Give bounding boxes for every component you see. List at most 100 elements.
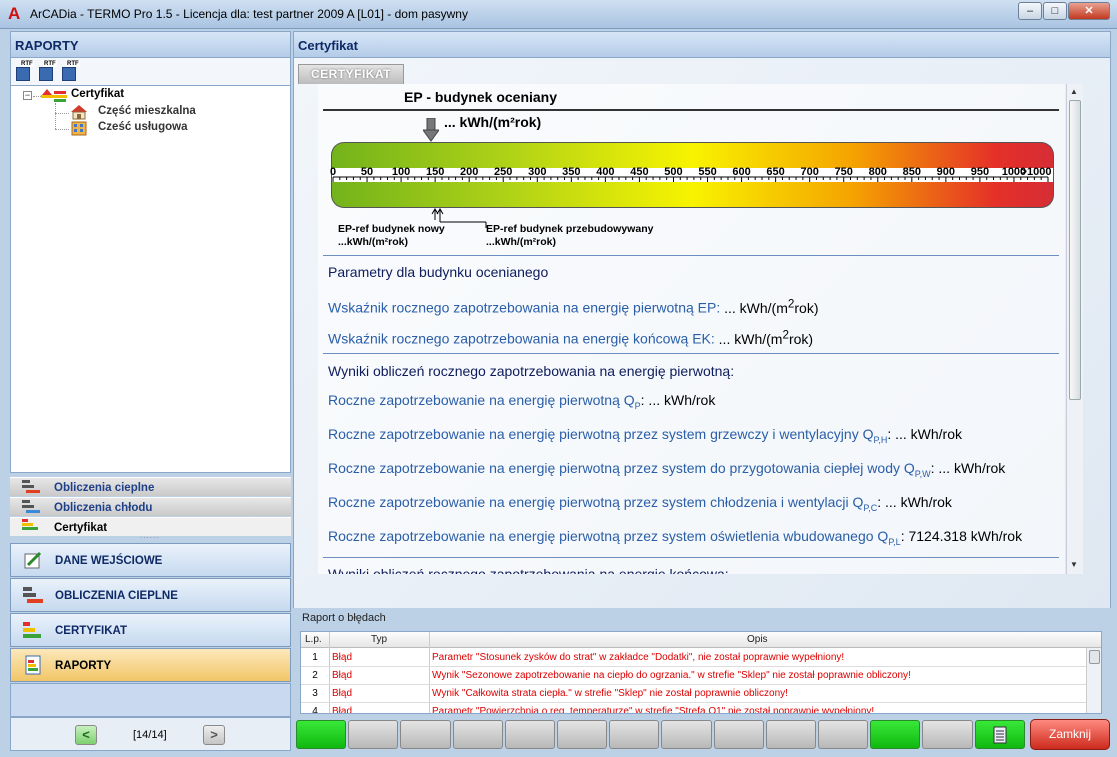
col-typ[interactable]: Typ [371,634,387,645]
tab-obliczenia-chlodu[interactable]: Obliczenia chłodu [10,497,291,516]
rtf-export-icon[interactable]: RTF [13,61,34,83]
ep-ref-rebuilt-value: ...kWh/(m²rok) [486,236,556,248]
results-cut-wrap: Wyniki obliczeń rocznego zapotrzebowania… [318,562,1065,574]
scroll-up-icon[interactable]: ▲ [1070,87,1078,96]
error-table: L.p. Typ Opis 1 Błąd Parametr "Stosunek zy… [300,631,1102,714]
nav-certyfikat[interactable]: CERTYFIKAT [10,613,291,647]
param-value: ... kWh/(m [720,299,788,316]
param-ek: Wskaźnik rocznego zapotrzebowania na ene… [328,328,813,347]
energy-scale-top [331,142,1054,168]
report-toolbar: RTF RTF RTF [10,58,291,85]
arrow-down-icon [423,118,439,142]
param-tail: rok) [788,330,814,347]
table-row[interactable]: 4 Błąd Parametr "Powierzchnia o reg. tempe… [301,703,1086,713]
scroll-down-icon[interactable]: ▼ [1070,560,1078,569]
report-tree: − Certyfikat Część mieszkalna Cześć usłu… [10,85,291,473]
pencil-edit-icon [24,551,42,569]
cooling-calc-icon [22,500,40,513]
scroll-thumb[interactable] [1089,650,1100,664]
ep-ref-new-value: ...kWh/(m²rok) [338,236,408,248]
error-report-title: Raport o błędach [302,612,386,624]
param-value: ... kWh/(m [714,330,783,347]
progress-step[interactable] [400,720,451,749]
col-opis[interactable]: Opis [747,634,768,645]
scale-tick-label: 550 [698,166,717,178]
nav-raporty[interactable]: RAPORTY [10,648,291,682]
report-icon [25,655,41,675]
scale-tick-label: 900 [936,166,956,178]
progress-step[interactable] [557,720,608,749]
param-tail: rok) [794,299,819,316]
table-row[interactable]: 2 Błąd Wynik "Sezonowe zapotrzebowanie na … [301,667,1086,685]
table-row[interactable]: 1 Błąd Parametr "Stosunek zysków do strat"… [301,649,1086,667]
rtf-export-icon[interactable]: RTF [36,61,57,83]
page-indicator: [14/14] [133,729,167,741]
scale-tick-label: 850 [902,166,921,178]
close-button[interactable]: Zamknij [1030,719,1110,750]
progress-steps [296,720,1026,749]
scroll-thumb[interactable] [1069,100,1081,400]
minimize-button[interactable]: – [1018,2,1042,20]
progress-step[interactable] [609,720,660,749]
result-qpc: Roczne zapotrzebowanie na energię pierwo… [328,494,952,513]
certificate-tab-icon [22,519,38,530]
progress-step[interactable] [348,720,399,749]
heat-calc-icon [22,480,40,493]
office-building-icon [71,121,87,136]
ep-title: EP - budynek oceniany [404,89,558,105]
nav-label: OBLICZENIA CIEPLNE [55,590,178,602]
result-qpl: Roczne zapotrzebowanie na energię pierwo… [328,528,1023,547]
tree-item-czesc-uslugowa[interactable]: Cześć usługowa [98,121,187,133]
scale-tick-label: 650 [766,166,785,178]
progress-step[interactable] [922,720,973,749]
vertical-scrollbar[interactable]: ▲ ▼ [1066,84,1083,574]
error-scrollbar[interactable] [1086,648,1101,713]
table-row[interactable]: 3 Błąd Wynik "Całkowita strata ciepła." w … [301,685,1086,703]
certificate-icon [23,622,41,638]
progress-step[interactable] [818,720,869,749]
panel-resize-grip[interactable]: ...... [140,532,160,540]
house-icon [71,105,87,120]
collapse-icon[interactable]: − [23,91,32,100]
close-window-button[interactable]: ✕ [1068,2,1110,20]
scale-tick-label: 100 [391,166,411,178]
nav-label: DANE WEJŚCIOWE [55,555,163,567]
scale-tick-label: 0 [329,166,337,178]
scale-tick-label: 200 [460,166,479,178]
result-qpw: Roczne zapotrzebowanie na energię pierwo… [328,460,1006,479]
scale-tick-label: 400 [596,166,615,178]
scale-tick-label: 950 [970,166,990,178]
maximize-button[interactable]: □ [1043,2,1067,20]
nav-obliczenia-cieplne[interactable]: OBLICZENIA CIEPLNE [10,578,291,612]
divider [323,557,1059,558]
ep-ref-rebuilt-label: EP-ref budynek przebudowywany [486,223,654,235]
tree-item-certyfikat[interactable]: Certyfikat [71,88,124,100]
progress-step[interactable] [504,720,555,749]
progress-step[interactable] [713,720,764,749]
progress-step[interactable] [452,720,503,749]
scale-tick-label: 150 [425,166,445,178]
tab-certyfikat-view[interactable]: CERTYFIKAT [298,64,404,84]
scale-tick-label: 800 [868,166,887,178]
tree-item-czesc-mieszkalna[interactable]: Część mieszkalna [98,105,196,117]
scale-tick-label: 600 [732,166,751,178]
next-page-button[interactable]: > [203,725,225,745]
tab-obliczenia-cieplne[interactable]: Obliczenia cieplne [10,477,291,496]
param-ep: Wskaźnik rocznego zapotrzebowania na ene… [328,297,819,316]
scale-tick-label: >1000 [1020,166,1052,178]
col-lp[interactable]: L.p. [305,634,322,645]
progress-step[interactable] [661,720,712,749]
nav-dane-wejsciowe[interactable]: DANE WEJŚCIOWE [10,543,291,577]
pager-bar: < [14/14] > [10,717,291,751]
prev-page-button[interactable]: < [75,725,97,745]
progress-step[interactable] [296,720,347,749]
error-table-header: L.p. Typ Opis [301,632,1101,648]
scale-tick-label: 700 [800,166,819,178]
document-list-icon [993,726,1007,744]
rtf-export-icon[interactable]: RTF [59,61,80,83]
result-qp: Roczne zapotrzebowanie na energię pierwo… [328,392,716,411]
param-label: Wskaźnik rocznego zapotrzebowania na ene… [328,299,721,316]
results-title: Wyniki obliczeń rocznego zapotrzebowania… [328,363,735,379]
progress-step[interactable] [870,720,921,749]
progress-step[interactable] [765,720,816,749]
